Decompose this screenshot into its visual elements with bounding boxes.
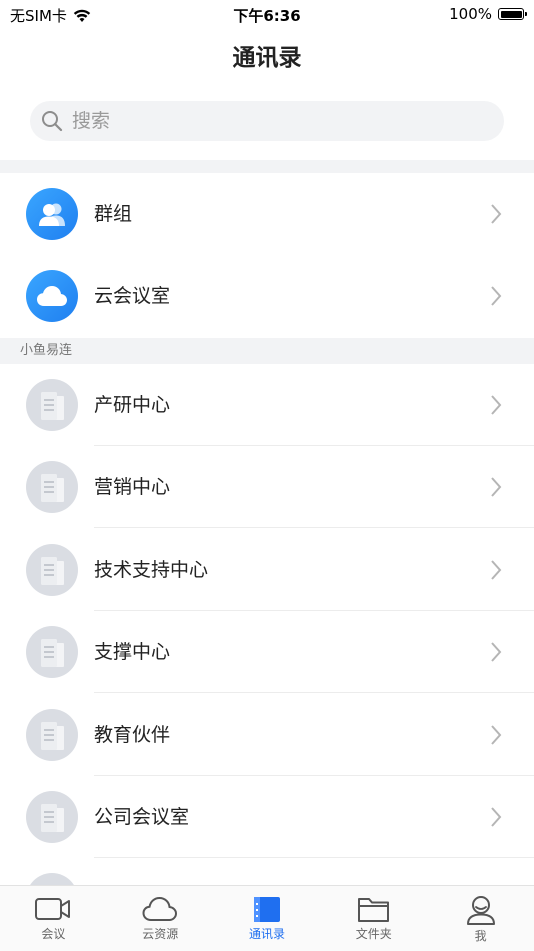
tab-label: 云资源 — [142, 927, 179, 941]
chevron-right-icon — [491, 642, 502, 662]
department-icon — [26, 544, 78, 596]
list-item-department[interactable]: 产研中心 — [0, 364, 534, 446]
list-item-department[interactable]: 技术支持中心 — [0, 529, 534, 611]
battery-percent: 100% — [449, 5, 492, 23]
group-icon — [26, 188, 78, 240]
person-icon — [466, 896, 495, 925]
list-item-groups[interactable]: 群组 — [0, 173, 534, 255]
chevron-right-icon — [491, 395, 502, 415]
list-item-label: 技术支持中心 — [94, 559, 209, 581]
cloud-icon — [26, 270, 78, 322]
list-item-label: 支撑中心 — [94, 641, 171, 663]
divider — [94, 692, 534, 693]
search-bar[interactable] — [30, 101, 504, 141]
chevron-right-icon — [491, 560, 502, 580]
chevron-right-icon — [491, 286, 502, 306]
chevron-right-icon — [491, 725, 502, 745]
chevron-right-icon — [491, 204, 502, 224]
chevron-right-icon — [491, 477, 502, 497]
status-bar: 无SIM卡 下午6:36 100% — [0, 0, 534, 28]
department-icon — [26, 626, 78, 678]
tab-label: 我 — [474, 929, 487, 943]
tab-label: 文件夹 — [355, 927, 392, 941]
battery-icon — [498, 8, 527, 20]
list-item-label: 群组 — [94, 203, 133, 225]
department-icon — [26, 461, 78, 513]
contacts-book-icon — [253, 897, 280, 922]
list-item-label: 产研中心 — [94, 394, 171, 416]
tab-folder[interactable]: 文件夹 — [320, 886, 427, 951]
department-icon — [26, 379, 78, 431]
list-item-department[interactable]: 支撑中心 — [0, 611, 534, 693]
tab-me[interactable]: 我 — [427, 886, 534, 951]
list-item-department[interactable]: 教育伙伴 — [0, 694, 534, 776]
tab-label: 通讯录 — [248, 927, 285, 941]
department-icon — [26, 709, 78, 761]
search-icon — [42, 111, 63, 132]
search-input[interactable] — [70, 109, 474, 133]
list-item-cloud-meeting-room[interactable]: 云会议室 — [0, 255, 534, 337]
separator — [0, 160, 534, 173]
tab-bar: 会议 云资源 通讯录 文件夹 我 — [0, 885, 534, 951]
page-title: 通讯录 — [232, 45, 302, 71]
section-header: 小鱼易连 — [0, 338, 534, 364]
divider — [94, 527, 534, 528]
list-item-department[interactable]: 营销中心 — [0, 446, 534, 528]
folder-icon — [357, 898, 389, 922]
department-icon — [26, 791, 78, 843]
tab-meeting[interactable]: 会议 — [0, 886, 107, 951]
status-right: 100% — [449, 5, 527, 23]
list-item-department[interactable]: 公司会议室 — [0, 776, 534, 858]
list-item-label: 公司会议室 — [94, 806, 190, 828]
tab-contacts[interactable]: 通讯录 — [214, 886, 321, 951]
chevron-right-icon — [491, 807, 502, 827]
list-item-label: 营销中心 — [94, 476, 171, 498]
camera-icon — [35, 898, 71, 920]
tab-label: 会议 — [41, 927, 66, 941]
list-item-label: 教育伙伴 — [94, 724, 171, 746]
tab-cloud-resources[interactable]: 云资源 — [107, 886, 214, 951]
cloud-icon — [142, 896, 178, 921]
list-item-label: 云会议室 — [94, 285, 171, 307]
